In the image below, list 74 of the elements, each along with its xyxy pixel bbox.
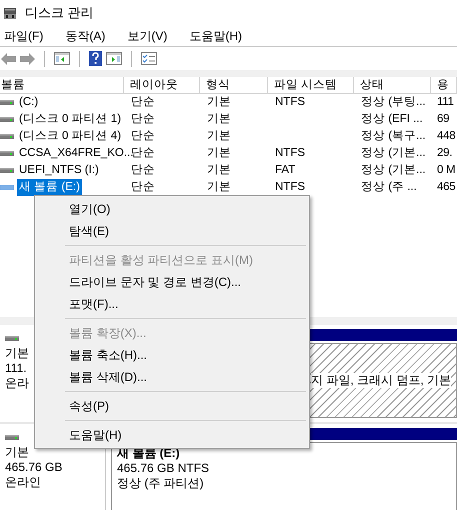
partition-info: 정상 (주 파티션) xyxy=(117,476,205,491)
table-cell-text: 단순 xyxy=(130,95,156,110)
column-header[interactable]: 상태 xyxy=(354,77,431,94)
drive-icon xyxy=(0,167,14,174)
help-icon xyxy=(89,51,102,66)
table-cell-text: 111 xyxy=(436,95,455,110)
context-menu-item[interactable]: 볼륨 축소(H)... xyxy=(35,344,309,366)
drive-icon xyxy=(0,116,14,123)
panel-icon xyxy=(54,52,70,65)
table-cell-text: 기본 xyxy=(206,146,232,161)
table-cell-text: 단순 xyxy=(130,163,156,178)
table-cell-text: NTFS xyxy=(274,180,306,195)
drive-icon xyxy=(5,335,19,342)
checklist-icon xyxy=(141,52,157,65)
drive-icon xyxy=(5,434,19,441)
context-menu-item[interactable]: 속성(P) xyxy=(35,395,309,417)
table-cell-text: 기본 xyxy=(206,180,232,195)
disk-size: 465.76 GB xyxy=(5,460,62,475)
context-menu-item[interactable]: 포맷(F)... xyxy=(35,293,309,315)
table-cell-text: 단순 xyxy=(130,112,156,127)
disk-size: 111. xyxy=(5,361,27,376)
table-cell-text: 정상 (복구... xyxy=(360,129,427,144)
disk-type: 기본 xyxy=(5,445,29,460)
drive-icon xyxy=(0,133,14,140)
table-cell-text: 정상 (부팅... xyxy=(360,95,427,110)
drive-icon xyxy=(0,99,14,106)
table-cell-text: 69 xyxy=(436,112,450,127)
column-header[interactable]: 용 xyxy=(431,77,457,94)
volume-name[interactable]: (C:) xyxy=(17,94,40,111)
menu-item[interactable]: 보기(V) xyxy=(123,28,174,44)
table-cell-text: 단순 xyxy=(130,180,156,195)
menu-item[interactable]: 도움말(H) xyxy=(185,28,249,44)
volume-name[interactable]: (디스크 0 파티션 4) xyxy=(17,128,124,145)
table-cell-text: 정상 (기본... xyxy=(360,146,427,161)
table-cell-text: 정상 (EFI ... xyxy=(360,112,424,127)
disk-status: 온라인 xyxy=(5,475,41,490)
column-header[interactable]: 레이아웃 xyxy=(124,77,200,94)
partition-info: 465.76 GB NTFS xyxy=(117,461,210,476)
column-header[interactable]: 볼륨 xyxy=(0,77,124,94)
context-menu-item[interactable]: 열기(O) xyxy=(35,198,309,220)
table-cell-text: 448 xyxy=(436,129,456,144)
context-menu-item[interactable]: 볼륨 삭제(D)... xyxy=(35,366,309,388)
table-cell-text: FAT xyxy=(274,163,296,178)
menu-item[interactable]: 파일(F) xyxy=(0,28,50,44)
table-cell-text: 정상 (주 ... xyxy=(360,180,418,195)
table-cell-text: 정상 (기본... xyxy=(360,163,427,178)
table-cell-text: 단순 xyxy=(130,129,156,144)
table-cell-text: 기본 xyxy=(206,112,232,127)
table-cell-text: 0 M xyxy=(436,163,456,178)
volume-name[interactable]: 새 볼륨 (E:) xyxy=(17,179,82,196)
table-cell-text: 기본 xyxy=(206,95,232,110)
disk-type: 기본 xyxy=(5,346,29,361)
menu-item[interactable]: 동작(A) xyxy=(61,28,112,44)
column-header[interactable]: 형식 xyxy=(200,77,268,94)
table-cell-text: NTFS xyxy=(274,146,306,161)
table-cell-text: 29. xyxy=(436,146,454,161)
table-cell-text: 465 xyxy=(436,180,456,195)
table-cell-text: 기본 xyxy=(206,129,232,144)
volume-name[interactable]: UEFI_NTFS (I:) xyxy=(17,162,101,179)
back-arrow-icon xyxy=(1,52,16,64)
context-menu-item[interactable]: 드라이브 문자 및 경로 변경(C)... xyxy=(35,271,309,293)
drive-icon xyxy=(0,150,14,157)
column-header[interactable]: 파일 시스템 xyxy=(268,77,354,94)
disk-management-icon xyxy=(3,6,17,20)
table-cell-text: 기본 xyxy=(206,163,232,178)
table-cell-text: NTFS xyxy=(274,95,306,110)
volume-name[interactable]: (디스크 0 파티션 1) xyxy=(17,111,124,128)
striped-drive-icon xyxy=(0,184,14,191)
partition-info: 지 파일, 크래시 덤프, 기본 xyxy=(310,373,451,388)
forward-arrow-icon xyxy=(20,52,35,64)
disk-status: 온라 xyxy=(5,376,29,391)
window-title: 디스크 관리 xyxy=(25,4,94,22)
panel-icon xyxy=(106,52,122,65)
context-menu-item[interactable]: 탐색(E) xyxy=(35,220,309,242)
